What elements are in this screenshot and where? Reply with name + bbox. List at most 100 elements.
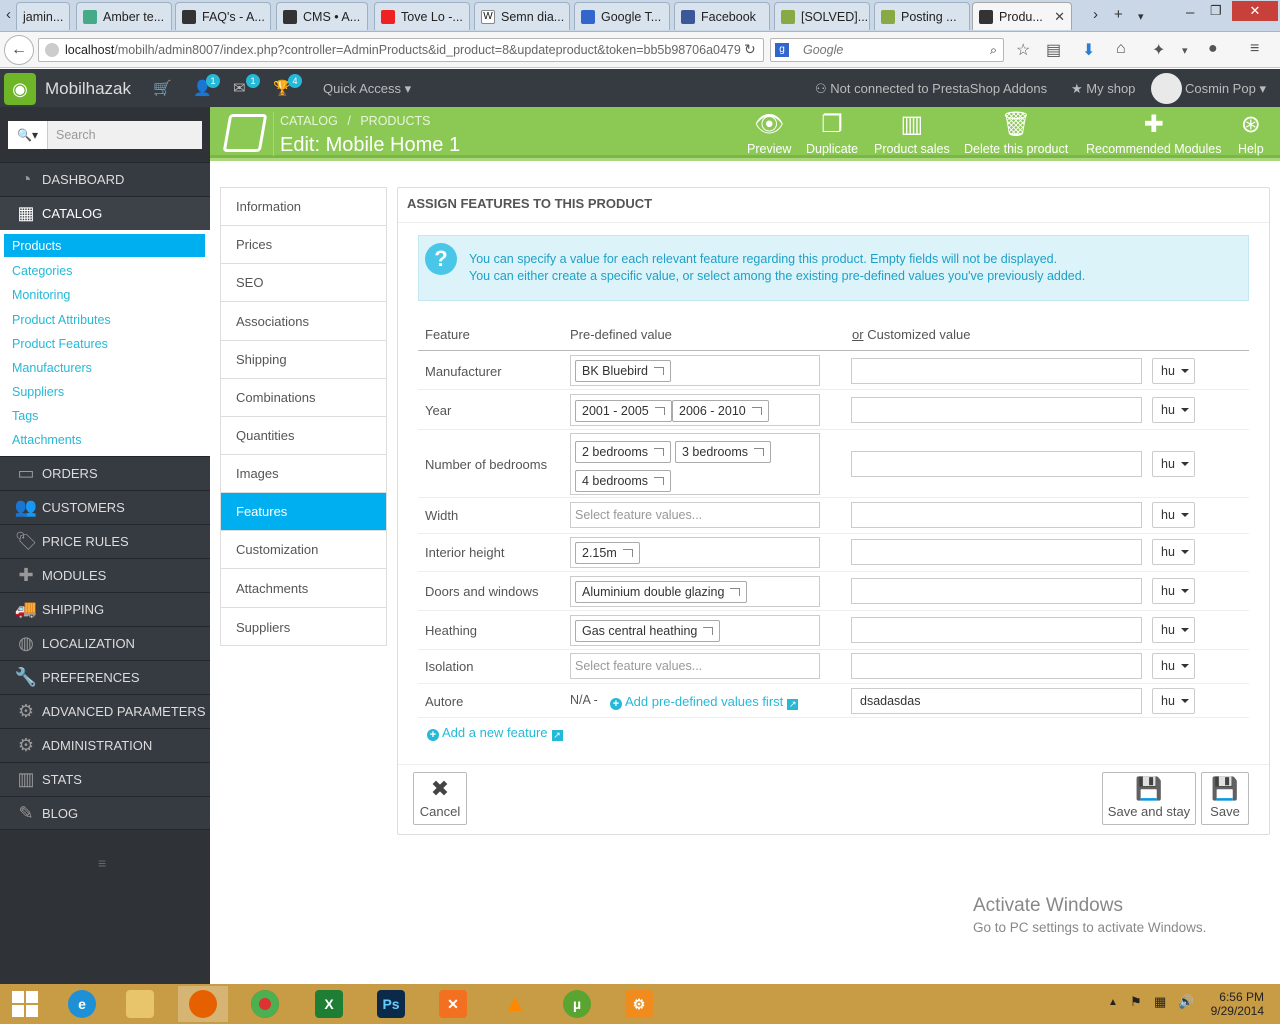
menu-icon[interactable]: ≡ (1250, 40, 1259, 58)
language-dropdown[interactable]: hu (1152, 502, 1195, 528)
sidebar-search-input[interactable]: Search (48, 121, 202, 149)
help-button[interactable]: ⊛ Help (1238, 110, 1264, 156)
language-dropdown[interactable]: hu (1152, 451, 1195, 477)
chip-remove-icon[interactable] (622, 549, 633, 557)
flag-icon[interactable]: ⚑ (1130, 994, 1142, 1010)
browser-tab[interactable]: W Semn dia... (474, 2, 570, 30)
custom-value-input[interactable] (851, 397, 1142, 423)
quick-access-menu[interactable]: Quick Access ▾ (323, 81, 411, 97)
sidebar-item-administration[interactable]: ⚙ ADMINISTRATION (0, 728, 210, 762)
tab-images[interactable]: Images (221, 455, 386, 493)
tab-attachments[interactable]: Attachments (221, 570, 386, 608)
predefined-select[interactable]: 2001 - 2005 2006 - 2010 (570, 394, 820, 426)
tab-close-icon[interactable]: ✕ (1050, 9, 1065, 25)
custom-value-input[interactable] (851, 358, 1142, 384)
browser-tab[interactable]: Posting ... (874, 2, 970, 30)
sidebar-item-preferences[interactable]: 🔧 PREFERENCES (0, 660, 210, 694)
custom-value-input[interactable] (851, 502, 1142, 528)
sidebar-item-catalog[interactable]: ▦ CATALOG (0, 196, 210, 230)
sidebar-subitem-suppliers[interactable]: Suppliers (4, 380, 205, 403)
chip-remove-icon[interactable] (754, 448, 765, 456)
back-arrow-icon[interactable]: ← (4, 35, 34, 65)
messages-icon[interactable]: ✉ (233, 79, 246, 97)
predefined-select[interactable]: 2 bedrooms 3 bedrooms 4 bedrooms (570, 433, 820, 495)
windows-start-icon[interactable] (0, 986, 50, 1022)
browser-tab[interactable]: [SOLVED]... (774, 2, 870, 30)
value-chip[interactable]: Aluminium double glazing (575, 581, 748, 603)
sidebar-subitem-monitoring[interactable]: Monitoring (4, 283, 205, 306)
predefined-select[interactable]: Select feature values... (570, 653, 820, 679)
sidebar-subitem-tags[interactable]: Tags (4, 404, 205, 427)
chip-remove-icon[interactable] (703, 627, 714, 635)
language-dropdown[interactable]: hu (1152, 617, 1195, 643)
language-dropdown[interactable]: hu (1152, 397, 1195, 423)
value-chip[interactable]: BK Bluebird (575, 360, 672, 382)
browser-search-bar[interactable]: g Google ⌕ (770, 38, 1004, 62)
browser-tab[interactable]: jamin... (16, 2, 70, 30)
browser-tab[interactable]: FAQ's - A... (175, 2, 271, 30)
predefined-select[interactable]: 2.15m (570, 537, 820, 568)
photoshop-icon[interactable]: Ps (366, 986, 416, 1022)
browser-tab[interactable]: Google T... (574, 2, 670, 30)
preview-button[interactable]: 👁 Preview (747, 110, 791, 156)
value-chip[interactable]: 2.15m (575, 542, 640, 564)
home-icon[interactable]: ⌂ (1116, 40, 1126, 58)
show-hidden-icons[interactable]: ▲ (1108, 997, 1118, 1008)
custom-value-input[interactable] (851, 578, 1142, 604)
settings-app-icon[interactable]: ⚙ (614, 986, 664, 1022)
save-button[interactable]: 💾 Save (1201, 772, 1249, 825)
predefined-select[interactable]: Gas central heathing (570, 615, 820, 646)
browser-tab[interactable]: Tove Lo -... (374, 2, 470, 30)
avatar[interactable] (1151, 73, 1182, 104)
custom-value-input[interactable]: dsadasdas (851, 688, 1142, 714)
custom-value-input[interactable] (851, 653, 1142, 679)
utorrent-icon[interactable]: µ (552, 986, 602, 1022)
cancel-button[interactable]: ✖ Cancel (413, 772, 467, 825)
value-chip[interactable]: 2 bedrooms (575, 441, 672, 463)
sidebar-subitem-categories[interactable]: Categories (4, 259, 205, 282)
browser-tab-active[interactable]: Produ... ✕ (972, 2, 1072, 30)
tab-scroll-right-icon[interactable]: › (1093, 6, 1098, 23)
tab-scroll-left-icon[interactable]: ‹ (6, 6, 11, 23)
sidebar-item-customers[interactable]: 👥 CUSTOMERS (0, 490, 210, 524)
tab-suppliers[interactable]: Suppliers (221, 608, 386, 646)
maximize-icon[interactable]: ❐ (1210, 3, 1222, 19)
system-clock[interactable]: 6:56 PM 9/29/2014 (1208, 990, 1264, 1018)
language-dropdown[interactable]: hu (1152, 358, 1195, 384)
tab-features[interactable]: Features (221, 493, 386, 531)
custom-value-input[interactable] (851, 451, 1142, 477)
prestashop-logo[interactable]: ◉ (4, 73, 36, 105)
my-shop-link[interactable]: ★ My shop (1071, 81, 1135, 97)
network-icon[interactable]: ▦ (1154, 994, 1166, 1010)
chip-remove-icon[interactable] (751, 407, 762, 415)
tab-quantities[interactable]: Quantities (221, 417, 386, 455)
chip-remove-icon[interactable] (730, 588, 741, 596)
value-chip[interactable]: 4 bedrooms (575, 470, 672, 492)
recommended-modules-button[interactable]: ✚ Recommended Modules (1086, 110, 1222, 156)
sidebar-item-dashboard[interactable]: ◔ DASHBOARD (0, 162, 210, 196)
reload-icon[interactable]: ↻ (744, 41, 756, 58)
tab-combinations[interactable]: Combinations (221, 379, 386, 417)
tab-associations[interactable]: Associations (221, 303, 386, 341)
firebug-icon[interactable]: ● (1208, 40, 1218, 58)
browser-tab[interactable]: Amber te... (76, 2, 172, 30)
tab-seo[interactable]: SEO (221, 264, 386, 302)
language-dropdown[interactable]: hu (1152, 539, 1195, 565)
product-sales-button[interactable]: ▥ Product sales (874, 110, 950, 156)
collapse-menu-icon[interactable]: ≡ (98, 855, 106, 871)
sidebar-item-stats[interactable]: ▥ STATS (0, 762, 210, 796)
chip-remove-icon[interactable] (654, 477, 665, 485)
shop-name[interactable]: Mobilhazak (45, 79, 131, 99)
sidebar-subitem-products[interactable]: Products (4, 234, 205, 257)
internet-explorer-icon[interactable]: e (57, 986, 107, 1022)
sidebar-item-price-rules[interactable]: 🏷 PRICE RULES (0, 524, 210, 558)
xampp-icon[interactable]: ✕ (428, 986, 478, 1022)
sidebar-item-shipping[interactable]: 🚚 SHIPPING (0, 592, 210, 626)
bookmarks-list-icon[interactable]: ▤ (1046, 40, 1061, 60)
vlc-icon[interactable]: ▲ (490, 986, 540, 1022)
sidebar-search[interactable]: 🔍▾ Search (8, 121, 202, 149)
add-new-feature-link[interactable]: + Add a new feature ↗ (427, 725, 563, 741)
addon-icon[interactable]: ✦ (1152, 40, 1165, 60)
tab-customization[interactable]: Customization (221, 531, 386, 569)
user-menu[interactable]: Cosmin Pop ▾ (1185, 81, 1266, 97)
